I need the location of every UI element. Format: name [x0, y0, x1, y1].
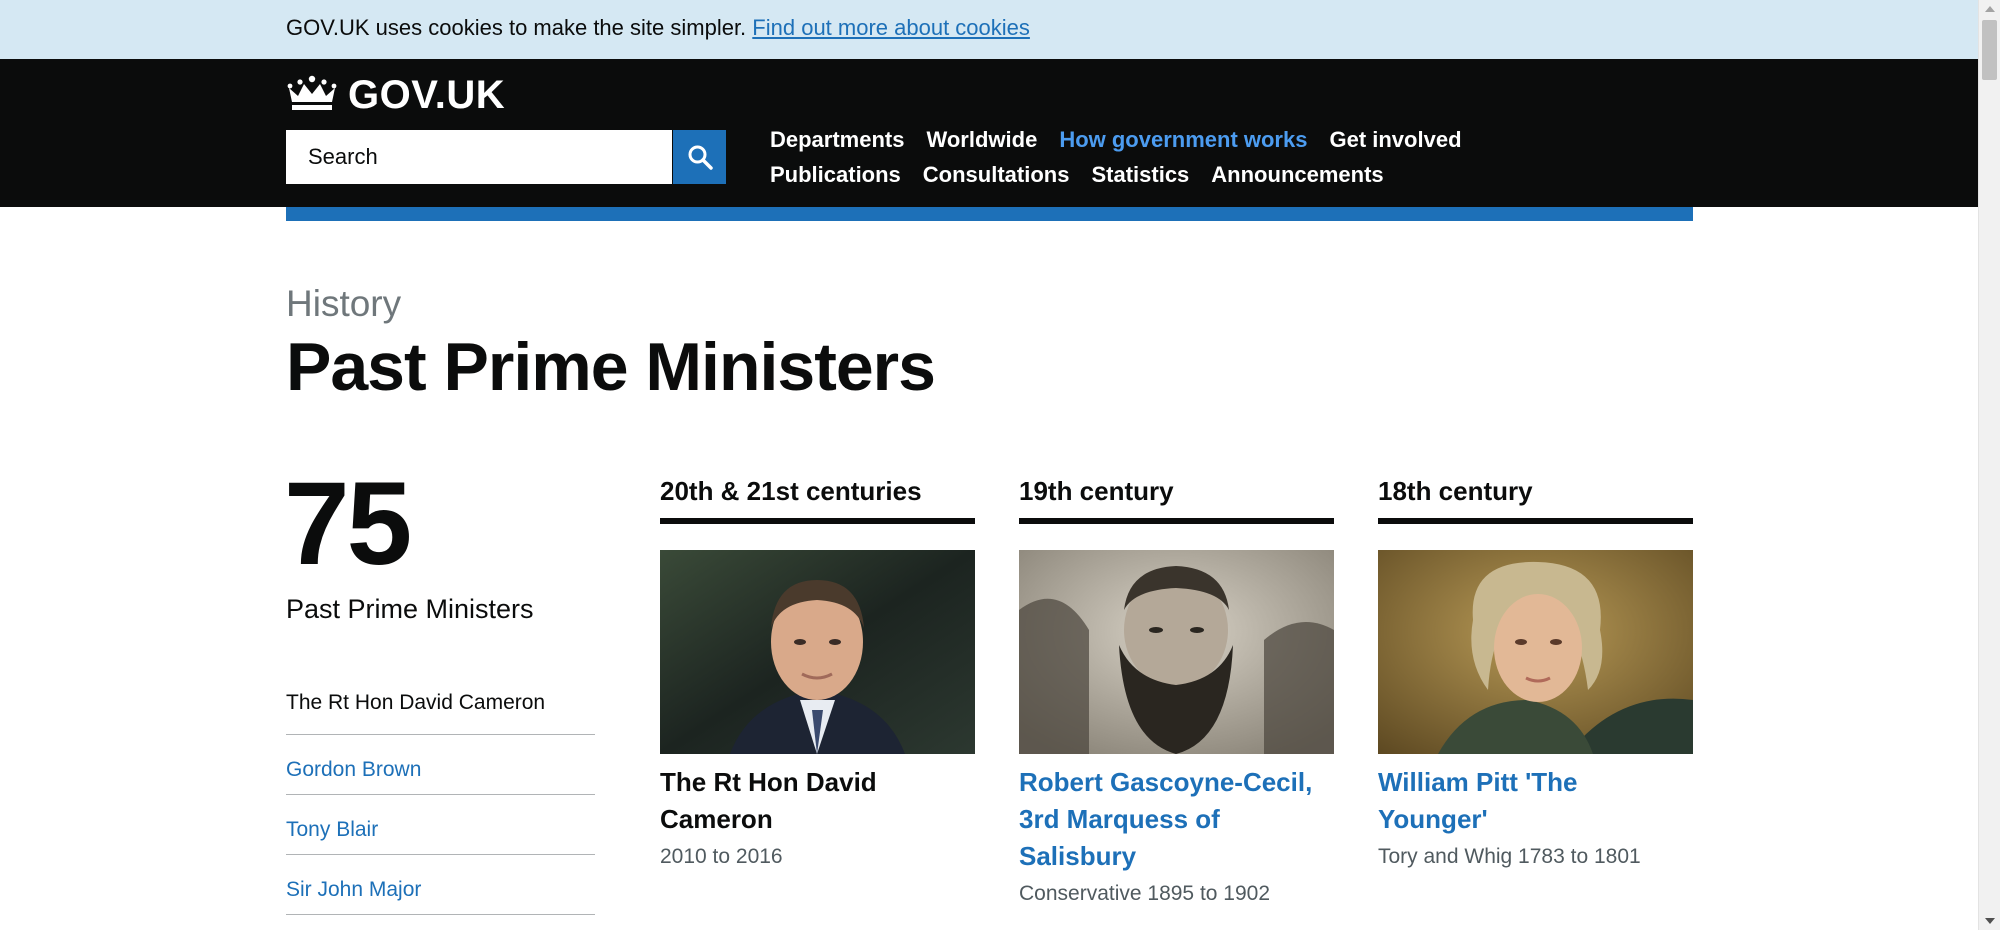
century-pm-name: The Rt Hon David Cameron — [660, 767, 877, 834]
site-header: GOV.UK Departments Worldwide How governmen… — [0, 59, 1978, 207]
pm-list-link[interactable]: Gordon Brown — [286, 758, 421, 781]
nav-item-announcements[interactable]: Announcements — [1211, 160, 1383, 189]
pm-list-link[interactable]: Sir John Major — [286, 878, 421, 901]
nav-item-how-government-works[interactable]: How government works — [1059, 125, 1307, 154]
century-column-19th: 19th century Robert Gascoyne-Cecil, 3rd … — [1019, 474, 1334, 909]
century-heading: 20th & 21st centuries — [660, 474, 975, 524]
logo-text: GOV.UK — [348, 72, 506, 117]
scroll-up-arrow-icon[interactable] — [1979, 0, 2000, 18]
list-item: The Rt Hon David Cameron — [286, 676, 595, 735]
nav-item-worldwide[interactable]: Worldwide — [926, 125, 1037, 154]
cookie-text: GOV.UK uses cookies to make the site sim… — [286, 15, 747, 40]
scroll-down-arrow-icon[interactable] — [1979, 912, 2000, 930]
page-title: Past Prime Ministers — [286, 329, 936, 405]
list-item: Gordon Brown — [286, 735, 595, 795]
nav-item-consultations[interactable]: Consultations — [923, 160, 1070, 189]
cookie-info-link[interactable]: Find out more about cookies — [752, 15, 1030, 40]
century-pm-dates: 2010 to 2016 — [660, 845, 783, 868]
portrait-william-pitt[interactable] — [1378, 550, 1693, 754]
cookie-message: GOV.UK uses cookies to make the site sim… — [286, 15, 1030, 41]
header-blue-bar — [286, 207, 1693, 221]
century-heading: 18th century — [1378, 474, 1693, 524]
century-heading: 19th century — [1019, 474, 1334, 524]
govuk-logo-link[interactable]: GOV.UK — [286, 73, 505, 117]
cookie-banner: GOV.UK uses cookies to make the site sim… — [0, 0, 1978, 59]
pm-list-link[interactable]: Tony Blair — [286, 818, 378, 841]
century-pm-link[interactable]: Robert Gascoyne-Cecil, 3rd Marquess of S… — [1019, 764, 1334, 875]
scrollbar-thumb[interactable] — [1982, 20, 1997, 80]
pm-list: The Rt Hon David Cameron Gordon Brown To… — [286, 676, 595, 915]
search-icon — [688, 145, 713, 170]
main-navigation: Departments Worldwide How government works… — [770, 125, 1530, 189]
nav-item-get-involved[interactable]: Get involved — [1329, 125, 1461, 154]
pm-list-name: The Rt Hon David Cameron — [286, 691, 546, 714]
list-item: Tony Blair — [286, 795, 595, 855]
portrait-marquess-of-salisbury[interactable] — [1019, 550, 1334, 754]
century-column-18th: 18th century William Pitt 'The Younger' … — [1378, 474, 1693, 872]
page-scrollbar[interactable] — [1978, 0, 2000, 930]
century-pm-dates: Conservative 1895 to 1902 — [1019, 882, 1271, 905]
century-pm-link[interactable]: William Pitt 'The Younger' — [1378, 764, 1693, 838]
century-column-20th-21st: 20th & 21st centuries The Rt Hon David C… — [660, 474, 975, 872]
search-button[interactable] — [673, 130, 726, 184]
list-item: Sir John Major — [286, 855, 595, 915]
nav-item-departments[interactable]: Departments — [770, 125, 904, 154]
pm-count-label: Past Prime Ministers — [286, 594, 534, 624]
page-context: History — [286, 283, 402, 324]
century-pm-dates: Tory and Whig 1783 to 1801 — [1378, 845, 1641, 868]
portrait-david-cameron — [660, 550, 975, 754]
pm-count: 75 — [284, 458, 412, 590]
nav-item-publications[interactable]: Publications — [770, 160, 901, 189]
search-input[interactable] — [286, 130, 672, 184]
crown-icon — [287, 75, 337, 110]
search-form — [286, 130, 726, 184]
nav-item-statistics[interactable]: Statistics — [1091, 160, 1189, 189]
